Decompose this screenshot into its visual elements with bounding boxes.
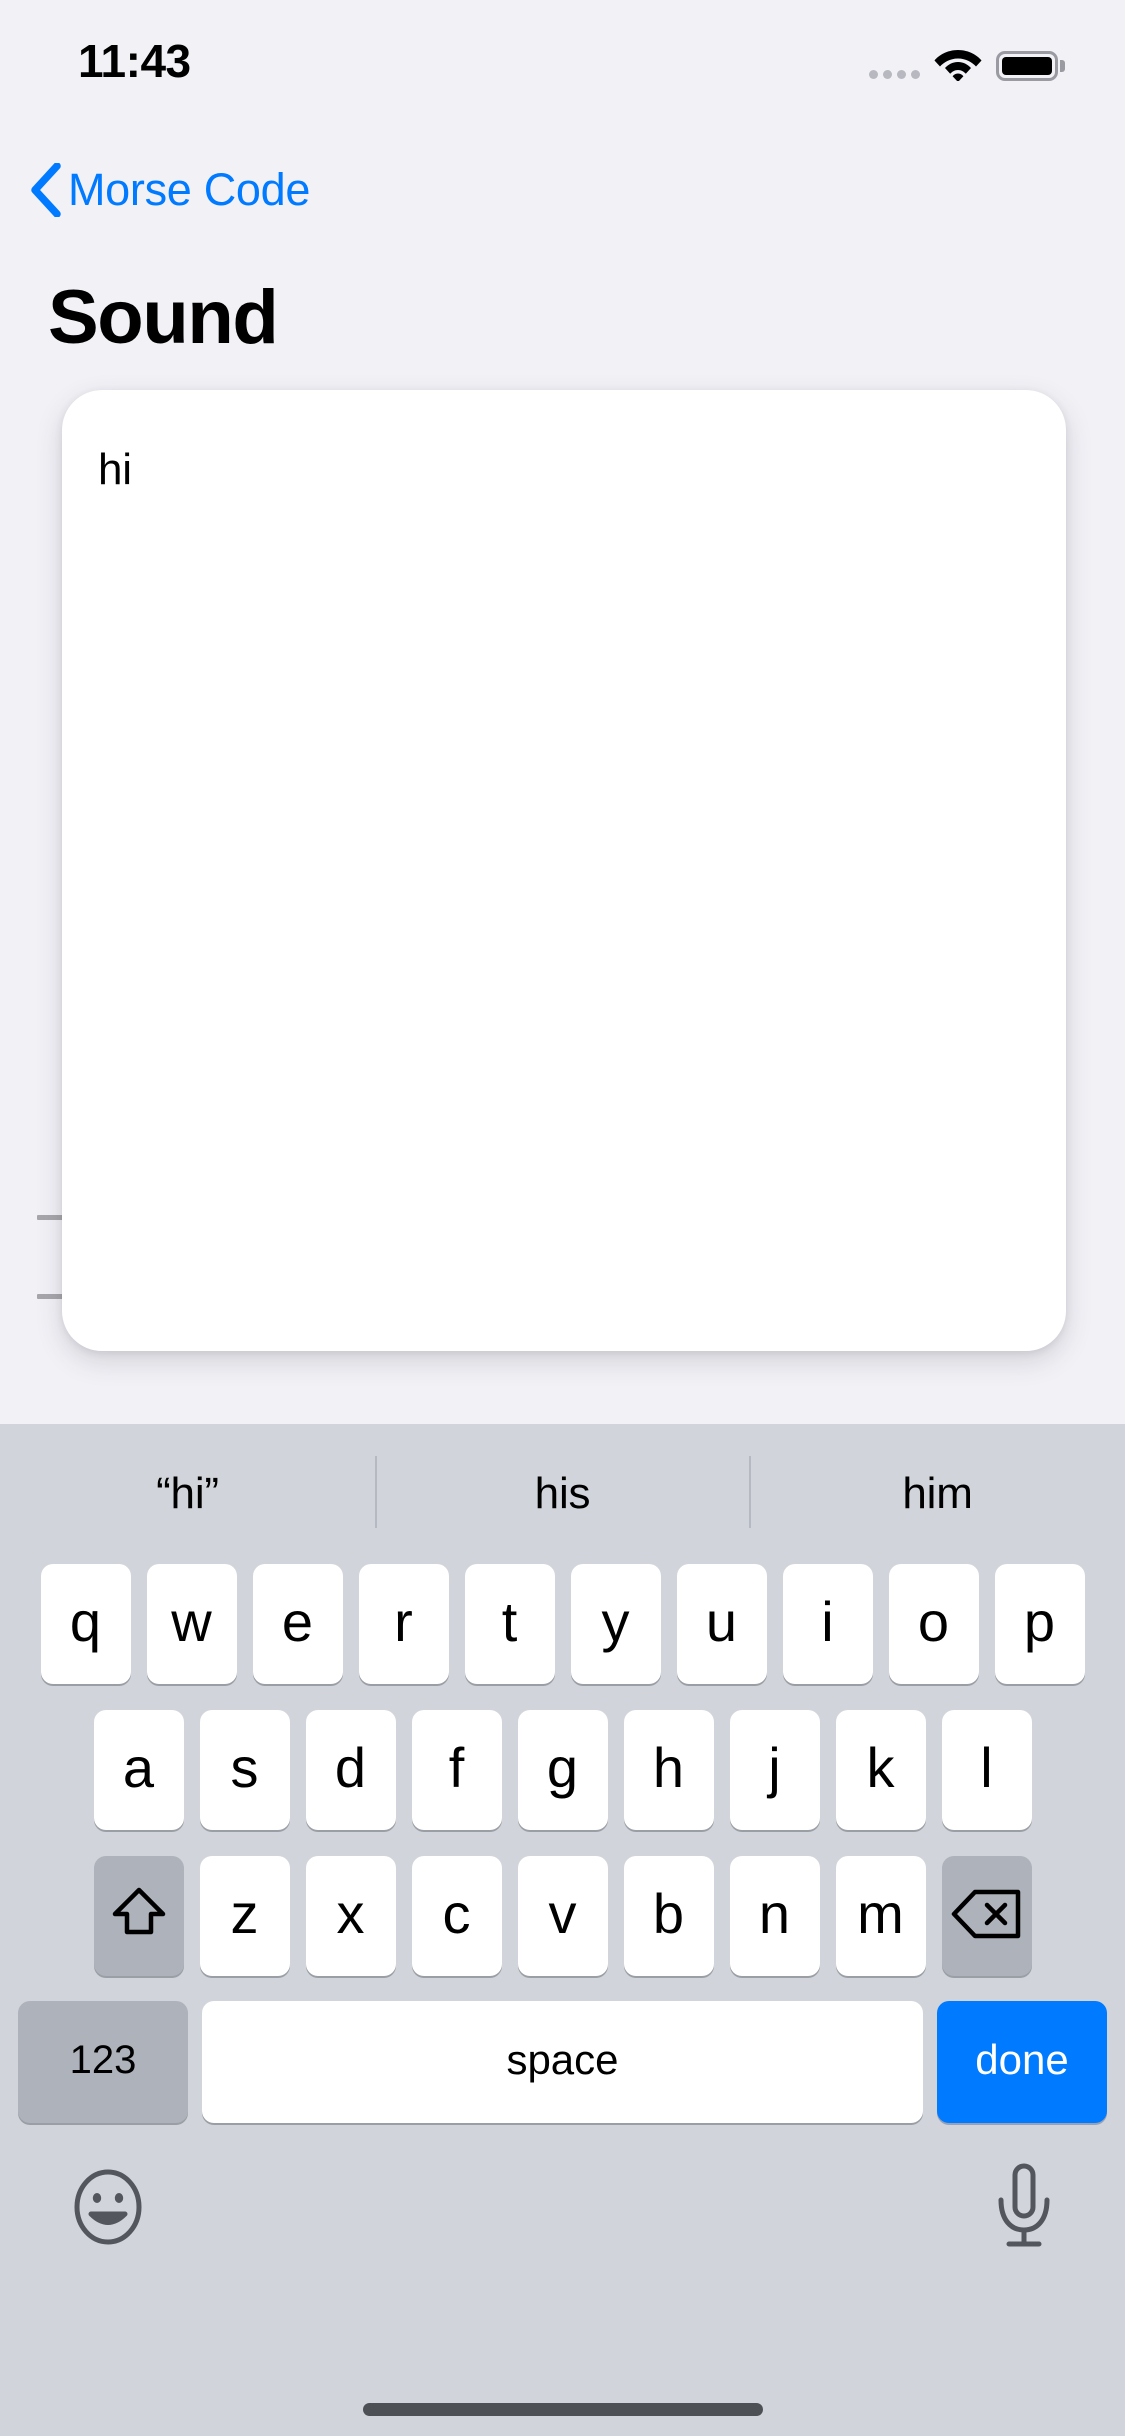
key-v[interactable]: v [517,1856,608,1976]
key-d[interactable]: d [305,1710,396,1830]
key-a[interactable]: a [93,1710,184,1830]
on-screen-keyboard: “hi” his him q w e r t y u i o p a s d f… [0,1424,1125,2436]
keyboard-row-2: a s d f g h j k l [0,1710,1125,1830]
key-l[interactable]: l [941,1710,1032,1830]
key-i[interactable]: i [782,1564,873,1684]
back-button[interactable]: Morse Code [28,163,310,217]
chevron-left-icon [31,163,61,217]
wifi-icon [934,50,982,81]
space-key[interactable]: space [202,2001,923,2123]
key-z[interactable]: z [199,1856,290,1976]
navigation-bar: Morse Code [0,155,1125,225]
key-m[interactable]: m [835,1856,926,1976]
shift-key[interactable] [93,1856,184,1976]
text-editor-card[interactable]: hi [62,390,1066,1351]
battery-full-icon [996,51,1065,81]
key-n[interactable]: n [729,1856,820,1976]
suggestion-0[interactable]: “hi” [0,1469,375,1519]
smiley-face-icon[interactable] [70,2169,146,2245]
home-indicator[interactable] [362,2403,763,2416]
key-g[interactable]: g [517,1710,608,1830]
key-t[interactable]: t [464,1564,555,1684]
key-s[interactable]: s [199,1710,290,1830]
keyboard-row-4: 123 space done [0,2001,1125,2123]
key-k[interactable]: k [835,1710,926,1830]
status-bar-indicators [869,45,1065,81]
key-w[interactable]: w [146,1564,237,1684]
page-title: Sound [48,275,279,360]
key-p[interactable]: p [994,1564,1085,1684]
keyboard-row-3: z x c v b n m [0,1856,1125,1976]
status-bar-time: 11:43 [78,35,191,87]
keyboard-utility-row [0,2122,1125,2292]
key-u[interactable]: u [676,1564,767,1684]
back-button-label: Morse Code [68,164,311,215]
text-editor-input[interactable]: hi [98,442,132,497]
key-o[interactable]: o [888,1564,979,1684]
delete-key[interactable] [941,1856,1032,1976]
key-f[interactable]: f [411,1710,502,1830]
key-c[interactable]: c [411,1856,502,1976]
microphone-icon[interactable] [993,2162,1055,2252]
key-b[interactable]: b [623,1856,714,1976]
predictive-suggestion-bar: “hi” his him [0,1424,1125,1564]
key-h[interactable]: h [623,1710,714,1830]
key-e[interactable]: e [252,1564,343,1684]
shift-arrow-up-icon [112,1887,165,1935]
keyboard-row-1: q w e r t y u i o p [0,1564,1125,1684]
backspace-delete-icon [951,1889,1020,1939]
numeric-switch-key[interactable]: 123 [18,2001,188,2123]
key-q[interactable]: q [40,1564,131,1684]
key-x[interactable]: x [305,1856,396,1976]
key-j[interactable]: j [729,1710,820,1830]
suggestion-2[interactable]: him [750,1469,1125,1519]
suggestion-1[interactable]: his [375,1469,750,1519]
key-y[interactable]: y [570,1564,661,1684]
key-r[interactable]: r [358,1564,449,1684]
cellular-dots-icon [869,51,920,81]
return-done-key[interactable]: done [937,2001,1107,2123]
status-bar: 11:43 [0,0,1125,108]
